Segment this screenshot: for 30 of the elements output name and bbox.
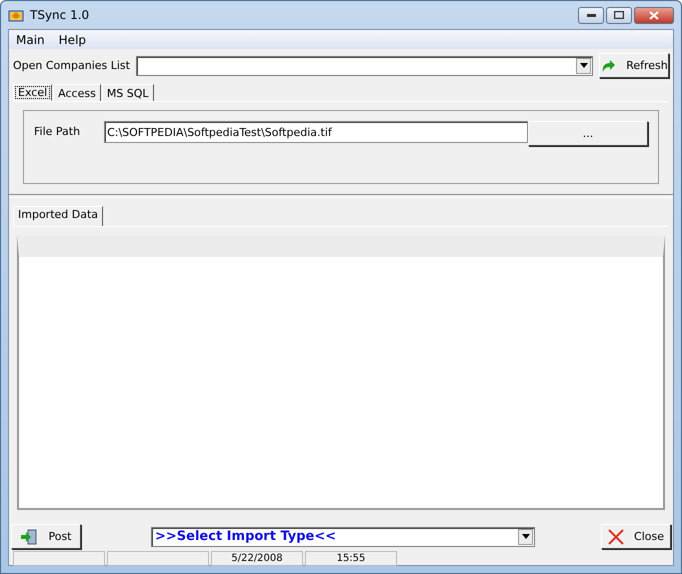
menu-item[interactable]: Help: [58, 32, 86, 46]
minimize-icon: [586, 14, 596, 16]
minimize-button[interactable]: [578, 6, 604, 24]
companies-dropdown[interactable]: [136, 56, 593, 76]
app-icon: [8, 8, 24, 22]
window-title: TSync 1.0: [30, 8, 90, 22]
menu-item[interactable]: Main: [16, 32, 45, 46]
maximize-button[interactable]: [606, 6, 632, 24]
source-tab[interactable]: Excel: [13, 84, 52, 101]
close-icon: [649, 10, 659, 20]
post-icon: [20, 528, 38, 544]
status-panel: 5/22/2008: [211, 550, 303, 566]
close-button[interactable]: Close: [601, 524, 671, 549]
data-tab[interactable]: Imported Data: [13, 206, 104, 226]
file-path-field[interactable]: C:\SOFTPEDIA\SoftpediaTest\Softpedia.tif: [104, 121, 528, 143]
post-button[interactable]: Post: [11, 524, 81, 549]
refresh-button[interactable]: Refresh: [599, 53, 669, 78]
file-path-label: File Path: [34, 125, 80, 138]
close-window-button[interactable]: [634, 6, 674, 24]
refresh-icon: [600, 58, 616, 74]
browse-button[interactable]: ...: [528, 121, 648, 146]
caret-icon: [522, 534, 530, 539]
companies-label: Open Companies List: [13, 59, 130, 72]
maximize-icon: [614, 11, 624, 19]
status-panel: 15:55: [305, 550, 397, 566]
import-type-dropdown[interactable]: >>Select Import Type<<: [151, 526, 535, 546]
source-tab[interactable]: Access: [53, 84, 101, 101]
close-icon: [608, 528, 624, 544]
caret-icon: [580, 63, 588, 68]
source-tab[interactable]: MS SQL: [102, 84, 154, 101]
